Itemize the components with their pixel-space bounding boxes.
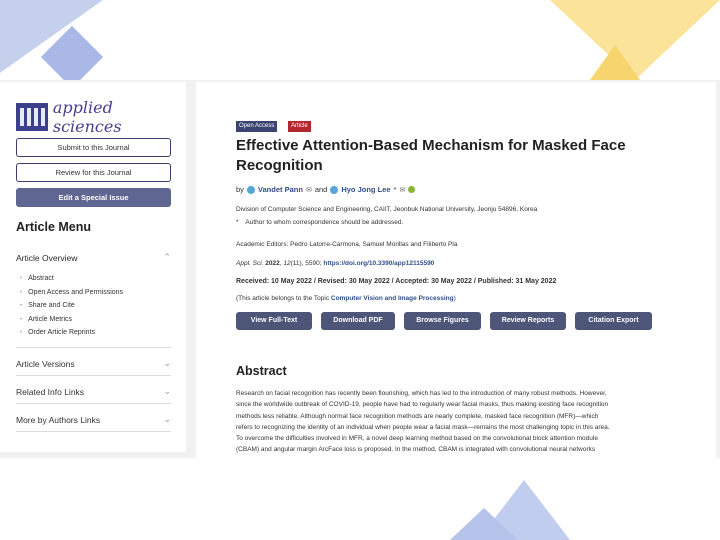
article-title: Effective Attention-Based Mechanism for … — [236, 136, 676, 176]
author-icon — [330, 185, 339, 194]
citation-export-button[interactable]: Citation Export — [575, 312, 652, 330]
related-info-label: Related Info Links — [16, 386, 85, 397]
corresponding-note-text: Author to whom correspondence should be … — [245, 219, 404, 226]
divider — [16, 431, 171, 432]
article-panel: Open Access Article Effective Attention-… — [196, 82, 716, 458]
abstract-line: since the worldwide outbreak of COVID-19… — [236, 401, 609, 409]
by-label: by — [236, 185, 244, 194]
download-pdf-button[interactable]: Download PDF — [321, 312, 395, 330]
citation-journal: Appl. Sci. — [236, 260, 264, 267]
article-type-badge: Article — [288, 121, 311, 132]
decorative-triangle-top-right-small — [590, 45, 640, 80]
and-label: and — [314, 185, 328, 194]
chevron-down-icon: ⌄ — [163, 386, 171, 396]
abstract-line: To overcome the difficulties involved in… — [236, 435, 598, 443]
citation: Appl. Sci. 2022, 12(11), 5590; https://d… — [236, 260, 435, 267]
overview-link-metrics[interactable]: Article Metrics — [20, 316, 72, 323]
author-link-1[interactable]: Vandet Pann — [258, 185, 303, 194]
open-access-badge: Open Access — [236, 121, 278, 132]
decorative-triangle-bottom-small — [450, 508, 518, 540]
chevron-down-icon: ⌄ — [163, 414, 171, 424]
edit-special-issue-button[interactable]: Edit a Special Issue — [16, 188, 171, 207]
abstract-line: methods less reliable. Although normal f… — [236, 412, 599, 420]
corresponding-note: * Author to whom correspondence should b… — [236, 219, 403, 226]
topic-prefix: (This article belongs to the Topic — [236, 295, 330, 302]
abstract-line: (CBAM) and angular margin ArcFace loss i… — [236, 446, 596, 454]
view-full-text-button[interactable]: View Full-Text — [236, 312, 312, 330]
author-link-2[interactable]: Hyo Jong Lee — [341, 185, 390, 194]
author-line: by Vandet Pann ✉ and Hyo Jong Lee * ✉ — [236, 185, 416, 194]
topic-note: (This article belongs to the Topic Compu… — [236, 295, 456, 302]
article-title-line-1: Effective Attention-Based Mechanism for … — [236, 137, 626, 154]
article-menu-title: Article Menu — [16, 220, 92, 234]
overview-link-share-cite[interactable]: Share and Cite — [20, 302, 75, 309]
citation-year: 2022 — [265, 260, 280, 267]
chevron-down-icon: ⌄ — [163, 358, 171, 368]
overview-link-reprints[interactable]: Order Article Reprints — [20, 329, 95, 336]
submit-journal-button[interactable]: Submit to this Journal — [16, 138, 171, 157]
author-icon — [246, 185, 255, 194]
article-overview-label: Article Overview — [16, 252, 78, 263]
related-info-toggle[interactable]: Related Info Links ⌄ — [16, 386, 171, 397]
citation-issue: (11), 5590; — [290, 260, 322, 267]
browse-figures-button[interactable]: Browse Figures — [404, 312, 481, 330]
affiliation: Division of Computer Science and Enginee… — [236, 206, 538, 213]
doi-link[interactable]: https://doi.org/10.3390/app12115590 — [323, 260, 434, 267]
review-reports-button[interactable]: Review Reports — [490, 312, 566, 330]
citation-volume: 12 — [283, 260, 291, 267]
abstract-text: Research on facial recognition has recen… — [236, 388, 656, 456]
authors-links-toggle[interactable]: More by Authors Links ⌄ — [16, 414, 171, 425]
divider — [16, 375, 171, 376]
topic-suffix: ) — [453, 295, 456, 302]
topic-link[interactable]: Computer Vision and Image Processing — [331, 295, 454, 302]
authors-links-label: More by Authors Links — [16, 414, 101, 425]
journal-name: applied sciences — [52, 98, 122, 136]
overview-link-open-access[interactable]: Open Access and Permissions — [20, 289, 123, 296]
orcid-icon[interactable] — [408, 186, 416, 193]
article-versions-toggle[interactable]: Article Versions ⌄ — [16, 358, 171, 369]
review-journal-button[interactable]: Review for this Journal — [16, 163, 171, 182]
overview-link-abstract[interactable]: Abstract — [20, 275, 54, 282]
journal-logo[interactable]: applied sciences — [16, 98, 186, 136]
divider — [16, 347, 171, 348]
article-title-line-2: Recognition — [236, 157, 323, 174]
article-versions-label: Article Versions — [16, 358, 75, 369]
chevron-up-icon: ⌃ — [163, 252, 171, 262]
abstract-line: Research on facial recognition has recen… — [236, 390, 607, 397]
mail-icon[interactable]: ✉ — [306, 186, 312, 194]
corresponding-marker: * — [393, 185, 397, 194]
abstract-heading: Abstract — [236, 364, 287, 378]
sidebar: applied sciences Submit to this Journal … — [0, 82, 186, 452]
mail-icon[interactable]: ✉ — [399, 186, 405, 194]
corresponding-note-marker: * — [236, 219, 239, 226]
journal-logo-icon — [16, 103, 48, 131]
article-overview-toggle[interactable]: Article Overview ⌃ — [16, 252, 171, 263]
article-actions: View Full-Text Download PDF Browse Figur… — [236, 312, 652, 330]
academic-editors: Academic Editors: Pedro Latorre-Carmona,… — [236, 241, 458, 248]
abstract-line: refers to recognizing the identity of an… — [236, 423, 610, 431]
divider — [16, 403, 171, 404]
publication-dates: Received: 10 May 2022 / Revised: 30 May … — [236, 278, 557, 285]
